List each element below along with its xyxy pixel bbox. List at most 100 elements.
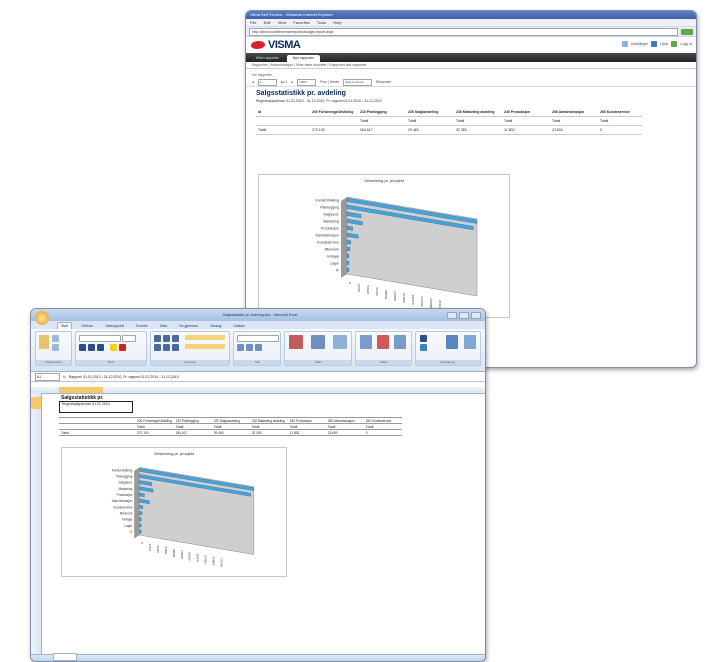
maximize-icon[interactable] (459, 312, 469, 319)
name-box[interactable]: A1 (35, 372, 60, 381)
table-cell[interactable]: 272 100 (135, 429, 174, 436)
conditional-format-icon[interactable] (289, 335, 304, 349)
bar (139, 492, 145, 498)
insert-cells-icon[interactable] (360, 335, 373, 349)
number-format-select[interactable] (236, 335, 279, 342)
top-link-help[interactable]: Hjelp (660, 42, 668, 46)
table-cell[interactable]: 264 617 (173, 429, 212, 436)
excel-chart[interactable]: Omsetning pr. prosjekt Forsk/Utvikling Pl… (61, 447, 287, 577)
table-cell[interactable] (97, 429, 135, 436)
fill-color-icon[interactable] (109, 344, 117, 351)
formula-bar: A1 fx Rapport: 01.01.2010 - 31.12.2010, … (31, 372, 485, 382)
align-right-icon[interactable] (171, 344, 179, 351)
help-icon[interactable] (651, 41, 658, 47)
close-icon[interactable] (471, 312, 481, 319)
font-size-select[interactable] (121, 335, 136, 342)
tab-my-reports[interactable]: Mine rapporter (250, 55, 285, 62)
export-link[interactable]: Eksporter (376, 80, 391, 84)
align-left-icon[interactable] (153, 344, 161, 351)
italic-icon[interactable] (87, 344, 95, 351)
tab-review[interactable]: Se gjennom (176, 323, 201, 329)
menu-favorites[interactable]: Favorites (293, 20, 309, 25)
currency-icon[interactable] (236, 344, 244, 351)
ribbon-group-editing: Redigering (414, 331, 481, 366)
font-color-icon[interactable] (118, 344, 126, 351)
worksheet[interactable]: Salgsstatistikk pr. Regnskapsperiode 01.… (31, 387, 485, 655)
tab-new-reports[interactable]: Nye rapporter (286, 55, 321, 62)
go-button[interactable] (681, 28, 693, 35)
table-header: 200 Forsknings/Utvikling (310, 108, 358, 117)
top-link-settings[interactable]: Innstillinger (631, 42, 649, 46)
sub-navigation[interactable]: Rapporter | Administrasjon | Mine faste … (246, 62, 696, 69)
category-label: Planlegging (116, 474, 133, 478)
menu-help[interactable]: Help (333, 20, 341, 25)
category-label: Marketing (323, 220, 339, 224)
report-toolbar: ◂ 1 av 1 ▸ 100% Finn | Neste Velg et for… (246, 78, 696, 87)
page-input[interactable]: 1 (257, 78, 277, 86)
bar (346, 246, 351, 252)
sheet-tab[interactable] (53, 653, 77, 661)
font-select[interactable] (78, 335, 121, 342)
tab-formulas[interactable]: Formler (133, 323, 151, 329)
tick-label: 217680 (204, 555, 208, 564)
merge-center-button[interactable] (184, 344, 225, 349)
find-select-icon[interactable] (463, 335, 476, 349)
table-cell[interactable]: 0 (363, 429, 402, 436)
zoom-select[interactable]: 100% (297, 78, 317, 86)
formula-input[interactable]: Rapport: 01.01.2010 - 31.12.2010, Pr. ra… (69, 375, 179, 379)
top-link-logout[interactable]: Logg ut (680, 42, 692, 46)
format-table-icon[interactable] (311, 335, 326, 349)
cell-styles-icon[interactable] (333, 335, 348, 349)
wrap-text-button[interactable] (184, 335, 225, 340)
tab-page-layout[interactable]: Sideoppsett (102, 323, 127, 329)
chart-plot: Forsk/Utvikling Planlegging Salgsavd. Marke… (112, 467, 255, 567)
menu-edit[interactable]: Edit (264, 20, 271, 25)
top-links: Innstillinger Hjelp Logg ut (621, 41, 692, 47)
logout-icon[interactable] (671, 41, 678, 47)
office-button-icon[interactable] (35, 311, 49, 325)
bold-icon[interactable] (78, 344, 86, 351)
table-cell (310, 116, 358, 126)
fill-icon[interactable] (419, 344, 427, 351)
url-input[interactable]: http://vilma.no/selfservice/reports/budg… (249, 27, 678, 36)
align-middle-icon[interactable] (162, 335, 170, 342)
menu-tools[interactable]: Tools (317, 20, 326, 25)
next-page-icon[interactable]: ▸ (291, 80, 293, 84)
tab-insert[interactable]: Sett inn (78, 323, 96, 329)
align-top-icon[interactable] (153, 335, 161, 342)
align-bottom-icon[interactable] (171, 335, 179, 342)
table-cell[interactable]: Totalt (59, 429, 97, 436)
tab-data[interactable]: Data (157, 323, 170, 329)
sort-filter-icon[interactable] (445, 335, 458, 349)
tab-developer[interactable]: Utvikler (230, 323, 248, 329)
find-links[interactable]: Finn | Neste (320, 80, 339, 84)
comma-icon[interactable] (254, 344, 262, 351)
export-format-select[interactable]: Velg et format (342, 78, 372, 86)
format-cells-icon[interactable] (394, 335, 407, 349)
align-center-icon[interactable] (162, 344, 170, 351)
autosum-icon[interactable] (419, 335, 427, 342)
menu-view[interactable]: View (278, 20, 287, 25)
bar (139, 523, 142, 528)
table-cell[interactable]: 11 800 (287, 429, 326, 436)
excel-window-title: Salgsstatistikk pr. avdeling.xlsx - Micr… (222, 313, 298, 317)
settings-icon[interactable] (621, 41, 628, 47)
percent-icon[interactable] (245, 344, 253, 351)
category-label: Produksjon (321, 227, 339, 231)
tab-start[interactable]: Start (57, 322, 73, 329)
copy-icon[interactable] (52, 344, 59, 351)
delete-cells-icon[interactable] (377, 335, 390, 349)
underline-icon[interactable] (96, 344, 104, 351)
table-cell[interactable]: 32 350 (249, 429, 288, 436)
fx-icon[interactable]: fx (63, 375, 66, 379)
paste-icon[interactable] (39, 335, 49, 349)
table-cell[interactable]: 29 460 (211, 429, 250, 436)
cut-icon[interactable] (52, 335, 59, 342)
sheet-subtitle-cell[interactable]: Regnskapsperiode 01.01.2010 (59, 401, 133, 413)
minimize-icon[interactable] (447, 312, 457, 319)
browser-chart: Omsetning pr. prosjekt Forsk/Utvikling Pl… (258, 174, 510, 318)
table-cell[interactable]: 23 600 (325, 429, 364, 436)
first-page-icon[interactable]: ◂ (252, 80, 254, 84)
menu-file[interactable]: File (250, 20, 256, 25)
tab-view[interactable]: Visning (207, 323, 224, 329)
